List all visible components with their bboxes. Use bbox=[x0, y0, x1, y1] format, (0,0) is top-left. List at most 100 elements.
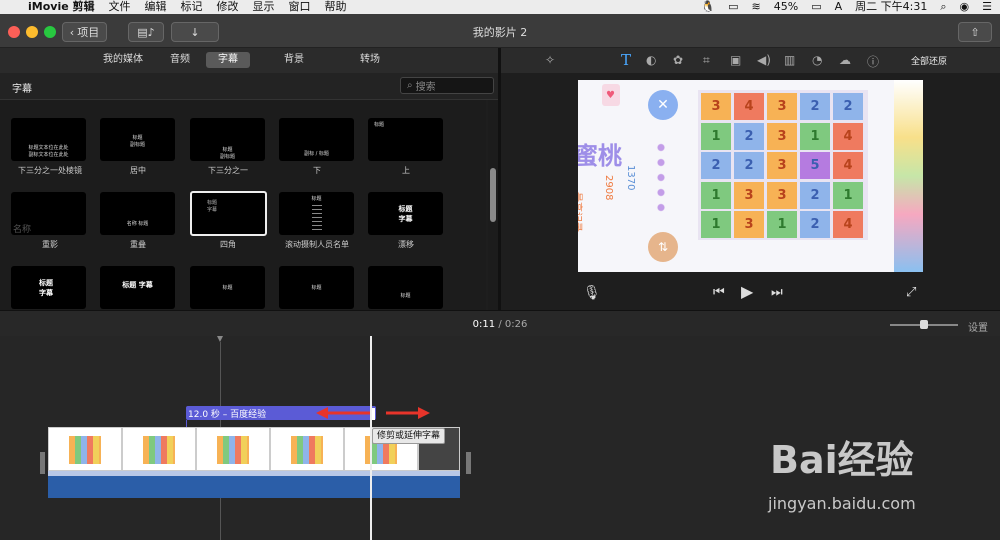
title-preview-text: 标题 bbox=[311, 196, 322, 202]
tab-audio[interactable]: 音频 bbox=[162, 52, 198, 68]
crop-icon[interactable]: ⌗ bbox=[703, 53, 710, 68]
board-cell: 4 bbox=[833, 152, 863, 179]
tab-titles[interactable]: 字幕 bbox=[206, 52, 250, 68]
title-thumb-centered[interactable]: 标题 副标题 bbox=[100, 118, 175, 161]
library-title: 字幕 bbox=[12, 84, 32, 95]
title-thumb-overlap[interactable]: 名称 标题 bbox=[100, 192, 175, 235]
video-preview-frame[interactable]: ♥ ✕ ⇅ 蜜桃 最高记录 2908 1370 3432212314223541… bbox=[578, 80, 923, 272]
right-trim-handle[interactable] bbox=[466, 452, 471, 474]
siri-icon[interactable]: ◉ bbox=[960, 0, 970, 14]
title-preview-text: 名称 bbox=[13, 225, 32, 235]
side-decoration bbox=[894, 80, 923, 272]
video-clip[interactable] bbox=[270, 427, 344, 471]
title-preview-text: 标题 bbox=[374, 122, 385, 128]
airplay-icon[interactable]: ▭ bbox=[728, 0, 738, 14]
timeline-header: 0:11 / 0:26 设置 bbox=[0, 310, 1000, 336]
title-thumb-lower-third-prism[interactable]: 标题文本位在此处 副标文本位在此处 bbox=[11, 118, 86, 161]
title-label: 四角 bbox=[220, 240, 236, 249]
menu-window[interactable]: 窗口 bbox=[289, 0, 311, 14]
title-thumb[interactable]: 标题 字幕 bbox=[11, 266, 86, 309]
title-preview-text: 标题 bbox=[400, 293, 411, 299]
menu-edit[interactable]: 编辑 bbox=[145, 0, 167, 14]
title-clip-label: 12.0 秒 – 百度经验 bbox=[188, 410, 267, 420]
board-cell: 4 bbox=[833, 211, 863, 238]
trim-tooltip: 修剪或延伸字幕 bbox=[372, 428, 446, 444]
menu-help[interactable]: 帮助 bbox=[325, 0, 347, 14]
sort-icon: ⇅ bbox=[648, 232, 678, 262]
title-thumb-echo[interactable]: 名称 bbox=[11, 192, 86, 235]
volume-icon[interactable]: ◀) bbox=[757, 53, 771, 67]
title-label: 重叠 bbox=[130, 240, 146, 249]
title-thumb-upper[interactable]: 标题 bbox=[368, 118, 443, 161]
scrollbar-thumb[interactable] bbox=[490, 168, 496, 222]
share-icon: ⇧ bbox=[970, 25, 980, 39]
menu-clock[interactable]: 周二 下午4:31 bbox=[855, 0, 927, 14]
video-clip[interactable] bbox=[48, 427, 122, 471]
library-scrollbar[interactable] bbox=[488, 100, 498, 310]
text-tool-icon[interactable]: T bbox=[621, 51, 631, 69]
zoom-slider-knob[interactable] bbox=[920, 320, 928, 329]
notification-center-icon[interactable]: ☰ bbox=[982, 0, 992, 14]
timeline[interactable]: 12.0 秒 – 百度经验 修剪或延伸字幕 Bai经验 jingyan.baid… bbox=[0, 336, 1000, 540]
dots-decoration bbox=[656, 140, 666, 216]
game-board: 3432212314223541332113124 bbox=[698, 90, 868, 240]
title-thumb-lower[interactable]: 副标 / 标题 bbox=[279, 118, 354, 161]
color-balance-icon[interactable]: ◐ bbox=[646, 53, 656, 67]
timeline-settings-button[interactable]: 设置 bbox=[968, 319, 988, 334]
board-cell: 1 bbox=[701, 122, 731, 150]
board-cell: 3 bbox=[767, 93, 797, 120]
library-header: 字幕 ⌕ 搜索 bbox=[0, 73, 498, 100]
info-icon[interactable]: ⓘ bbox=[867, 53, 879, 70]
search-placeholder: 搜索 bbox=[415, 82, 436, 93]
spotlight-icon[interactable]: ⌕ bbox=[940, 0, 946, 14]
qq-icon[interactable]: 🐧 bbox=[701, 0, 715, 14]
menu-modify[interactable]: 修改 bbox=[217, 0, 239, 14]
speed-icon[interactable]: ◔ bbox=[812, 53, 822, 67]
audio-track[interactable] bbox=[48, 476, 460, 498]
menu-app-name[interactable]: iMovie 剪辑 bbox=[28, 0, 95, 14]
next-icon[interactable]: ⏭ bbox=[771, 285, 783, 300]
title-thumb[interactable]: 标题 bbox=[279, 266, 354, 309]
video-clip[interactable] bbox=[122, 427, 196, 471]
microphone-icon[interactable]: 🎙 bbox=[583, 285, 601, 301]
input-method-icon[interactable]: A bbox=[835, 0, 843, 14]
title-thumb[interactable]: 标题 字幕 bbox=[100, 266, 175, 309]
title-thumb-lower-third[interactable]: 标题 副标题 bbox=[190, 118, 265, 161]
board-cell: 3 bbox=[734, 181, 764, 209]
share-button[interactable]: ⇧ bbox=[958, 22, 992, 42]
tab-backgrounds[interactable]: 背景 bbox=[276, 52, 312, 68]
search-input[interactable]: ⌕ 搜索 bbox=[400, 77, 494, 94]
arrow-left-icon bbox=[316, 407, 370, 419]
game-title-text: 蜜桃 bbox=[578, 142, 622, 170]
menu-file[interactable]: 文件 bbox=[109, 0, 131, 14]
menu-mark[interactable]: 标记 bbox=[181, 0, 203, 14]
color-correction-icon[interactable]: ✿ bbox=[673, 53, 683, 67]
total-time: 0:26 bbox=[504, 319, 528, 330]
magic-wand-icon[interactable]: ✧ bbox=[545, 53, 555, 67]
tab-my-media[interactable]: 我的媒体 bbox=[98, 52, 148, 68]
title-thumb[interactable]: 标题 bbox=[190, 266, 265, 309]
reset-all-button[interactable]: 全部还原 bbox=[911, 54, 947, 67]
stabilization-icon[interactable]: ▣ bbox=[730, 53, 741, 67]
swap-icon: ✕ bbox=[648, 90, 678, 120]
title-label: 重影 bbox=[42, 240, 58, 249]
tab-transitions[interactable]: 转场 bbox=[352, 52, 388, 68]
video-clip[interactable] bbox=[196, 427, 270, 471]
title-thumb-four-corners[interactable]: 标题 字幕 bbox=[190, 191, 267, 236]
menu-view[interactable]: 显示 bbox=[253, 0, 275, 14]
title-thumb-drifting[interactable]: 标题 字幕 bbox=[368, 192, 443, 235]
title-label: 下三分之一处棱镜 bbox=[18, 166, 82, 175]
video-filter-icon[interactable]: ☁ bbox=[839, 53, 851, 67]
play-icon[interactable]: ▶ bbox=[741, 282, 753, 301]
fullscreen-icon[interactable]: ⤢ bbox=[906, 285, 916, 300]
battery-icon[interactable]: ▭ bbox=[811, 0, 821, 14]
title-thumb[interactable]: 标题 bbox=[368, 266, 443, 309]
title-thumb-scrolling-credits[interactable]: 标题 bbox=[279, 192, 354, 235]
title-preview-text: 标题 字幕 bbox=[206, 200, 217, 213]
board-cell: 1 bbox=[767, 211, 797, 238]
previous-icon[interactable]: ⏮ bbox=[713, 285, 725, 300]
wifi-icon[interactable]: ≋ bbox=[752, 0, 761, 14]
left-trim-handle[interactable] bbox=[40, 452, 45, 474]
noise-reduction-icon[interactable]: ▥ bbox=[784, 53, 795, 67]
title-label: 下三分之一 bbox=[208, 166, 248, 175]
